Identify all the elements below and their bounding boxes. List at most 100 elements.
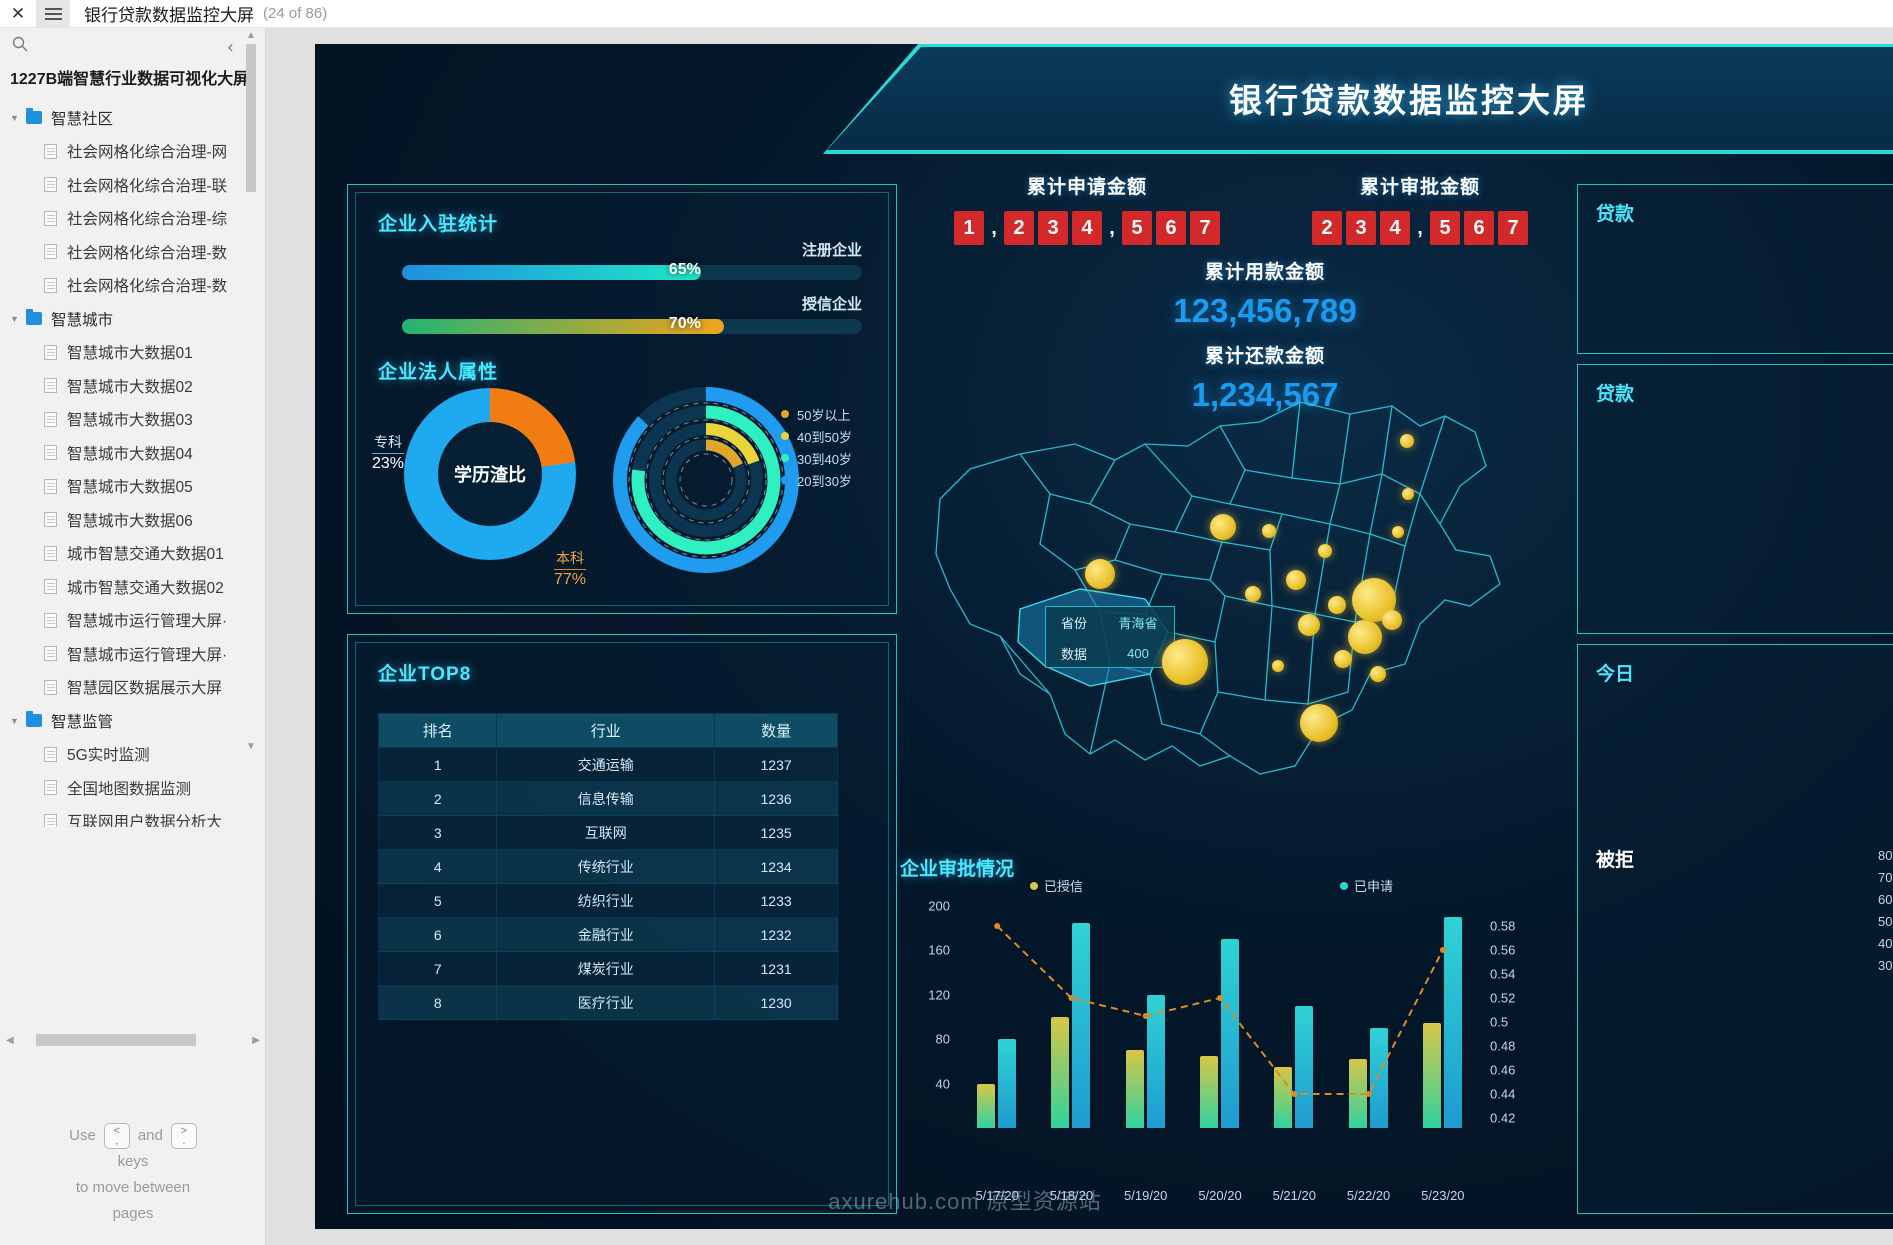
approve-digit: 6	[1464, 211, 1494, 245]
tree-page-row[interactable]: 互联网用户数据分析大	[4, 805, 265, 828]
tree-page-row[interactable]: 社会网格化综合治理-综	[4, 202, 265, 236]
map-bubble[interactable]	[1318, 544, 1332, 558]
tree-page-row[interactable]: 智慧园区数据展示大屏	[4, 671, 265, 705]
caret-down-icon[interactable]: ▼	[10, 716, 26, 726]
tree-horizontal-scrollbar[interactable]: ◀ ▶	[0, 1031, 266, 1049]
tree-page-row[interactable]: 5G实时监测	[4, 738, 265, 772]
tree-page-row[interactable]: 智慧城市大数据05	[4, 470, 265, 504]
rings-legend-item[interactable]: 30到40岁	[781, 447, 852, 469]
table-row[interactable]: 8 医疗行业 1230	[377, 985, 838, 1020]
tree-page-row[interactable]: 智慧城市大数据04	[4, 436, 265, 470]
right-panel-today-title: 今日	[1596, 664, 1635, 685]
tree-page-row[interactable]: 智慧城市运行管理大屏·	[4, 604, 265, 638]
tree-item-label: 智慧城市大数据02	[67, 378, 193, 396]
map-tooltip: 省份 青海省 数据 400	[1045, 606, 1175, 668]
tree-folder-row[interactable]: ▼ 智慧社区	[4, 101, 265, 135]
key-next[interactable]: > .	[170, 1123, 197, 1149]
map-bubble[interactable]	[1262, 524, 1276, 538]
table-cell: 1233	[714, 883, 838, 918]
map-bubble[interactable]	[1392, 526, 1404, 538]
tree-item-label: 城市智慧交通大数据01	[67, 546, 224, 564]
map-bubble[interactable]	[1400, 434, 1414, 448]
hscroll-track[interactable]	[20, 1034, 247, 1046]
caret-down-icon[interactable]: ▼	[10, 314, 26, 324]
table-row[interactable]: 6 金融行业 1232	[377, 917, 838, 952]
bar-registered-label: 注册企业	[801, 242, 862, 259]
tree-page-row[interactable]: 智慧城市大数据01	[4, 336, 265, 370]
hamburger-icon[interactable]	[36, 0, 70, 28]
y-axis-tick-right: 0.54	[1490, 966, 1516, 982]
map-bubble[interactable]	[1348, 620, 1382, 654]
chart-legend-applied[interactable]: 已申请	[1340, 876, 1393, 895]
map-bubble[interactable]	[1272, 660, 1284, 672]
search-icon[interactable]	[12, 36, 28, 56]
scroll-up-icon[interactable]: ▲	[246, 30, 256, 41]
map-bubble[interactable]	[1402, 488, 1414, 500]
y-axis-tick-left: 120	[928, 987, 950, 1003]
map-bubble[interactable]	[1298, 614, 1320, 636]
table-cell: 6	[377, 917, 498, 952]
tree-page-row[interactable]: 社会网格化综合治理-网	[4, 135, 265, 169]
tree-folder-row[interactable]: ▼ 智慧监管	[4, 704, 265, 738]
tree-page-row[interactable]: 社会网格化综合治理-数	[4, 235, 265, 269]
map-bubble[interactable]	[1370, 666, 1386, 682]
tree-page-row[interactable]: 社会网格化综合治理-数	[4, 269, 265, 303]
approve-digit: 2	[1312, 211, 1342, 245]
scroll-left-icon[interactable]: ◀	[6, 1035, 14, 1046]
scroll-thumb[interactable]	[246, 44, 256, 192]
rings-legend-item[interactable]: 40到50岁	[781, 425, 852, 447]
map-bubble[interactable]	[1210, 514, 1236, 540]
map-bubble[interactable]	[1382, 610, 1402, 630]
map-bubble[interactable]	[1286, 570, 1306, 590]
y-axis-tick-right: 0.46	[1490, 1062, 1516, 1078]
map-bubble[interactable]	[1334, 650, 1352, 668]
hscroll-thumb[interactable]	[35, 1034, 196, 1046]
table-row[interactable]: 2 信息传输 1236	[377, 781, 838, 816]
page-icon	[44, 780, 57, 796]
rings-legend-item[interactable]: 20到30岁	[781, 469, 852, 491]
key-prev[interactable]: < ,	[103, 1123, 130, 1149]
table-cell: 信息传输	[496, 781, 716, 816]
map-bubble[interactable]	[1300, 704, 1338, 742]
age-rings-legend: 50岁以上 40到50岁 30到40岁 20到30岁	[781, 403, 852, 491]
tree-page-row[interactable]: 智慧城市大数据03	[4, 403, 265, 437]
tree-page-row[interactable]: 智慧城市运行管理大屏·	[4, 637, 265, 671]
tree-page-row[interactable]: 全国地图数据监测	[4, 771, 265, 805]
age-rings-chart	[606, 378, 806, 583]
caret-down-icon[interactable]: ▼	[10, 113, 26, 123]
page-tree[interactable]: ▼ 智慧社区社会网格化综合治理-网 社会网格化综合治理-联 社会网格化综合治理-综 社会…	[0, 101, 265, 828]
right-panel-axis-tick: 60	[1878, 892, 1893, 907]
table-row[interactable]: 5 纺织行业 1233	[377, 883, 838, 918]
table-row[interactable]: 7 煤炭行业 1231	[377, 951, 838, 986]
tree-page-row[interactable]: 智慧城市大数据06	[4, 503, 265, 537]
tree-page-row[interactable]: 城市智慧交通大数据01	[4, 537, 265, 571]
scroll-down-icon[interactable]: ▼	[246, 741, 256, 752]
tree-page-row[interactable]: 城市智慧交通大数据02	[4, 570, 265, 604]
education-donut-chart: 学历渣比 专科 23% 本科 77%	[372, 388, 604, 588]
approve-digit: 5	[1430, 211, 1460, 245]
tree-page-row[interactable]: 社会网格化综合治理-联	[4, 168, 265, 202]
prev-page-button[interactable]: ‹	[228, 38, 234, 55]
table-cell: 7	[377, 951, 498, 986]
map-bubble[interactable]	[1245, 586, 1261, 602]
page-icon	[44, 813, 57, 828]
map-bubble[interactable]	[1085, 559, 1115, 589]
map-bubble[interactable]	[1162, 639, 1208, 685]
legend-dot-icon	[781, 432, 789, 440]
tree-vertical-scrollbar[interactable]: ▲ ▼	[245, 28, 257, 754]
close-icon[interactable]: ✕	[0, 0, 36, 28]
legend-dot-icon	[781, 410, 789, 418]
table-row[interactable]: 4 传统行业 1234	[377, 849, 838, 884]
rings-legend-item[interactable]: 50岁以上	[781, 403, 852, 425]
chart-legend-credited[interactable]: 已授信	[1030, 876, 1083, 895]
bar-credited-value: 70%	[668, 315, 701, 332]
map-bubble[interactable]	[1328, 596, 1346, 614]
table-row[interactable]: 1 交通运输 1237	[377, 747, 838, 782]
tree-folder-row[interactable]: ▼ 智慧城市	[4, 302, 265, 336]
china-map[interactable]: 省份 青海省 数据 400	[900, 374, 1560, 844]
tree-page-row[interactable]: 智慧城市大数据02	[4, 369, 265, 403]
table-row[interactable]: 3 互联网 1235	[377, 815, 838, 850]
scroll-right-icon[interactable]: ▶	[252, 1035, 260, 1046]
tree-item-label: 智慧社区	[51, 110, 114, 128]
table-cell: 8	[377, 985, 498, 1020]
